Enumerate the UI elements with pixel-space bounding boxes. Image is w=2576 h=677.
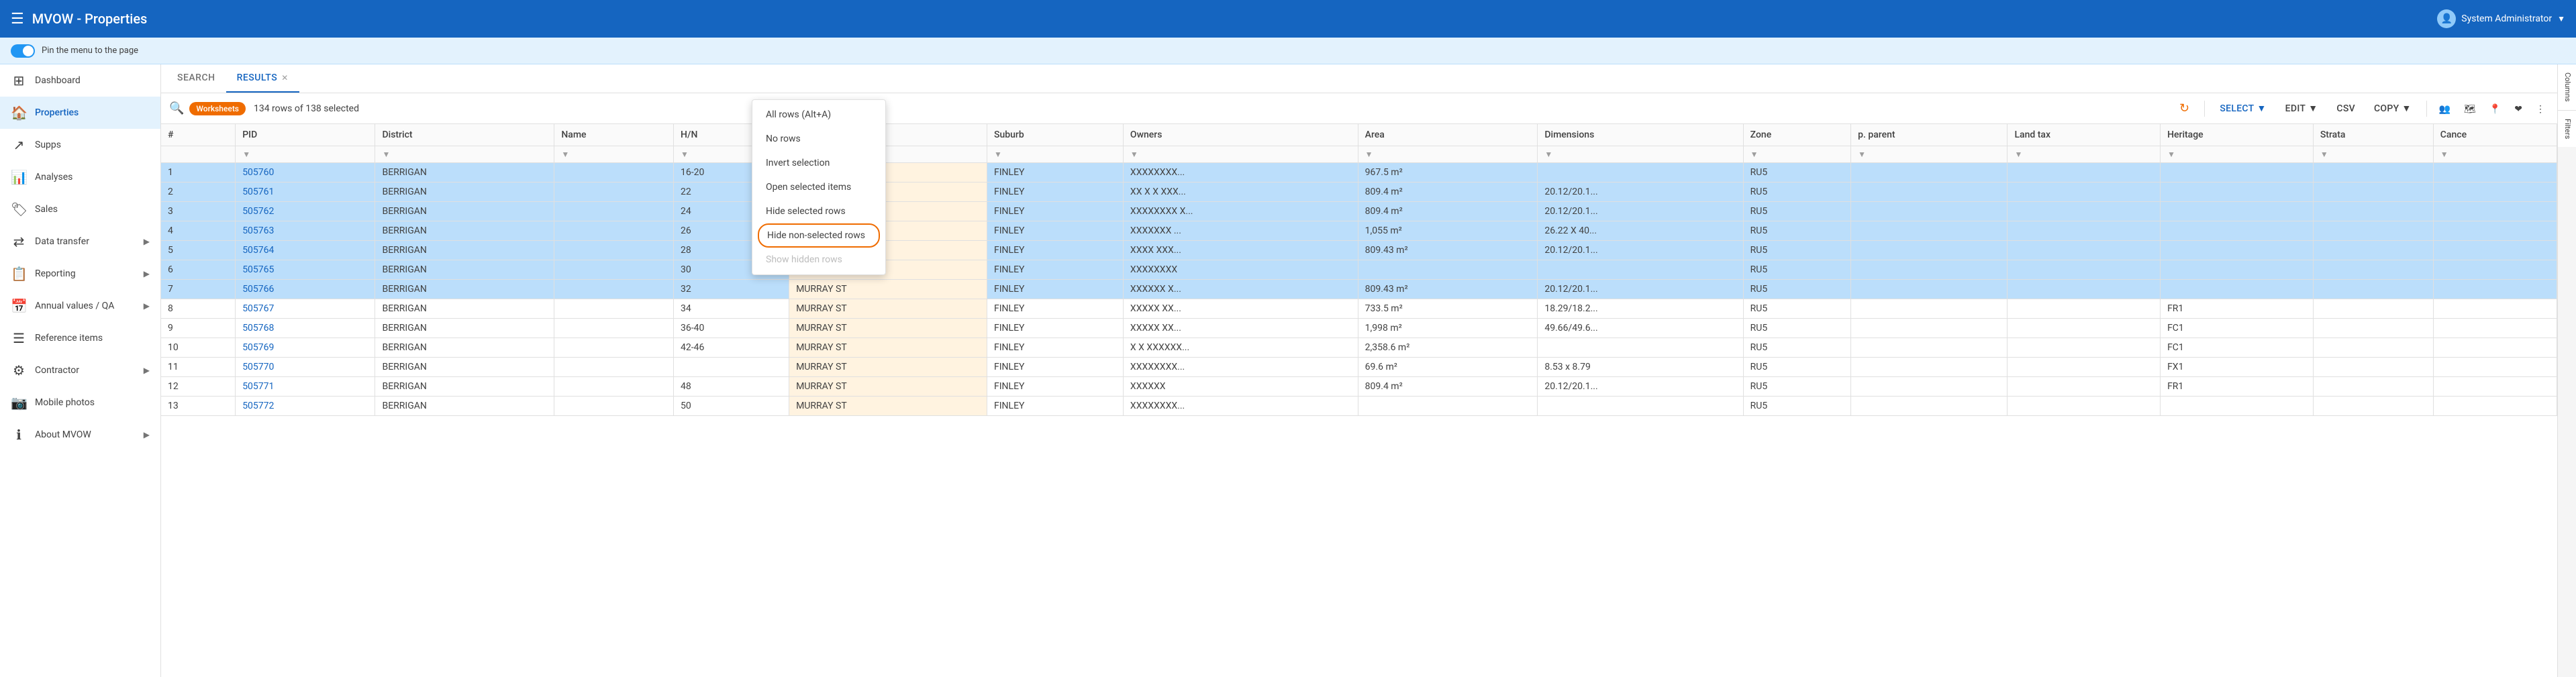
dropdown-show-hidden: Show hidden rows: [752, 248, 885, 272]
dropdown-hide-selected[interactable]: Hide selected rows: [752, 199, 885, 223]
dropdown-invert-selection[interactable]: Invert selection: [752, 151, 885, 175]
dropdown-no-rows[interactable]: No rows: [752, 127, 885, 151]
dropdown-overlay[interactable]: [0, 0, 2576, 677]
dropdown-hide-nonselected[interactable]: Hide non-selected rows: [758, 223, 880, 248]
select-dropdown-menu: All rows (Alt+A) No rows Invert selectio…: [752, 99, 886, 275]
dropdown-open-selected[interactable]: Open selected items: [752, 175, 885, 199]
dropdown-all-rows[interactable]: All rows (Alt+A): [752, 103, 885, 127]
